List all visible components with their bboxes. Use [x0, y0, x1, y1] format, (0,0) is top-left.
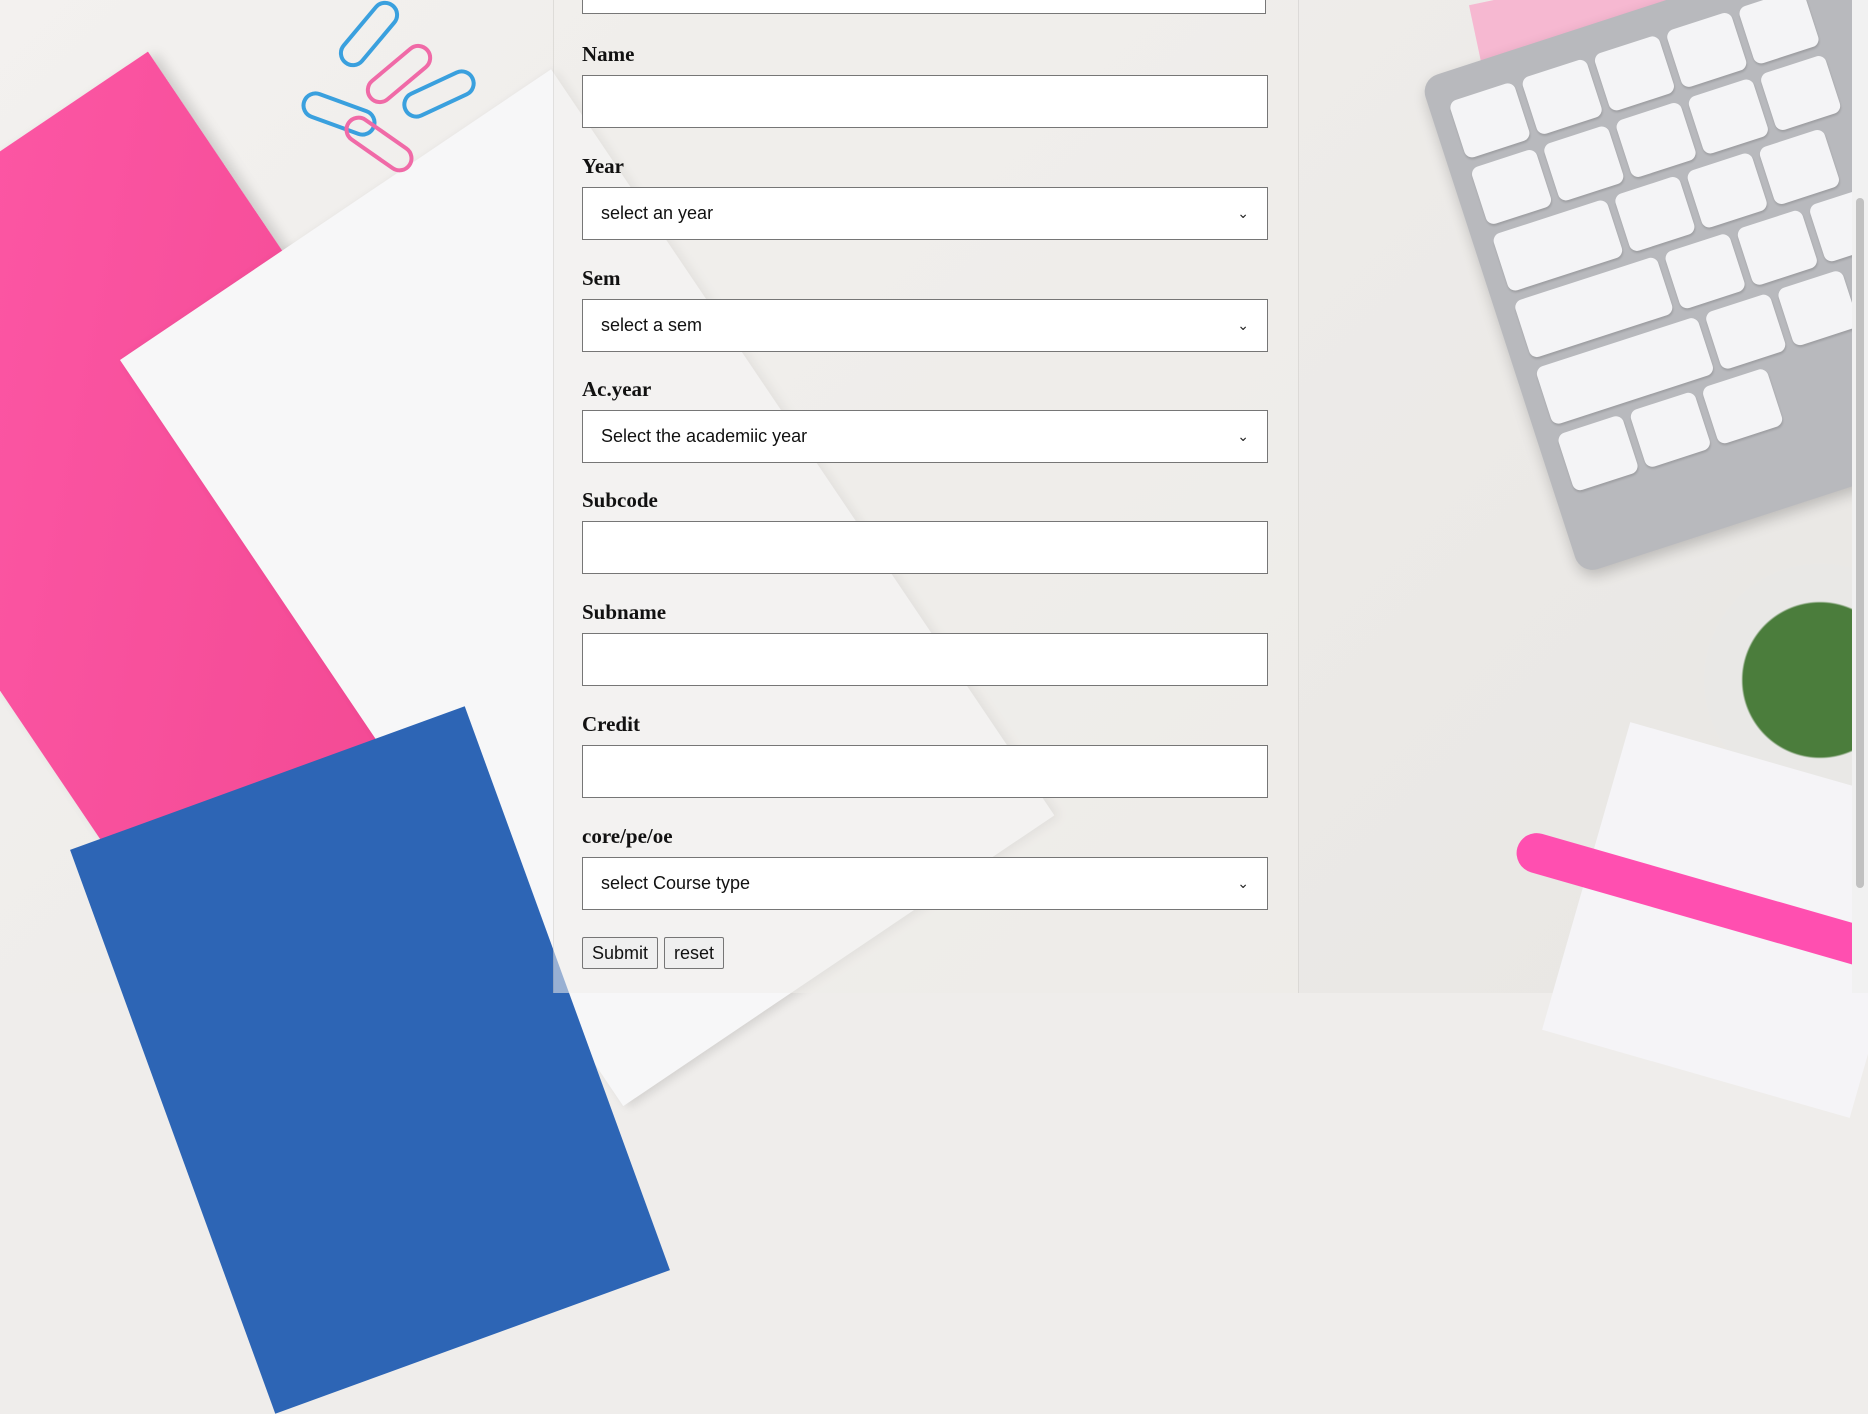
subname-field-group: Subname — [582, 600, 1268, 686]
name-field-group: Name — [582, 42, 1268, 128]
chevron-down-icon: ⌄ — [1237, 317, 1249, 333]
year-label: Year — [582, 154, 624, 178]
course-type-label: core/pe/oe — [582, 824, 673, 848]
credit-field-group: Credit — [582, 712, 1268, 798]
academic-year-field-group: Ac.year Select the academiic year ⌄ — [582, 377, 1268, 463]
subcode-input[interactable] — [582, 521, 1268, 574]
sem-field-group: Sem select a sem ⌄ — [582, 266, 1268, 352]
academic-year-select-value: Select the academiic year — [601, 426, 808, 446]
subname-label: Subname — [582, 600, 667, 624]
credit-input[interactable] — [582, 745, 1268, 798]
name-label: Name — [582, 42, 635, 66]
paperclip-icon — [339, 110, 419, 178]
sem-label: Sem — [582, 266, 621, 290]
year-select-value: select an year — [601, 203, 714, 223]
year-select[interactable]: select an year ⌄ — [582, 187, 1268, 240]
subname-input[interactable] — [582, 633, 1268, 686]
subcode-field-group: Subcode — [582, 488, 1268, 574]
academic-year-label: Ac.year — [582, 377, 652, 401]
course-type-select[interactable]: select Course type ⌄ — [582, 857, 1268, 910]
chevron-down-icon: ⌄ — [1237, 875, 1249, 891]
previous-field-input[interactable] — [582, 0, 1266, 14]
name-input[interactable] — [582, 75, 1268, 128]
course-type-field-group: core/pe/oe select Course type ⌄ — [582, 824, 1268, 910]
form-buttons: Submit reset — [582, 937, 725, 969]
sem-select-value: select a sem — [601, 315, 703, 335]
scrollbar-thumb[interactable] — [1856, 198, 1864, 888]
subcode-label: Subcode — [582, 488, 658, 512]
reset-button[interactable]: reset — [664, 937, 725, 969]
course-type-select-value: select Course type — [601, 873, 751, 893]
submit-button[interactable]: Submit — [582, 937, 659, 969]
sem-select[interactable]: select a sem ⌄ — [582, 299, 1268, 352]
chevron-down-icon: ⌄ — [1237, 205, 1249, 221]
form-panel: Name Year select an year ⌄ Sem select a … — [553, 0, 1299, 993]
year-field-group: Year select an year ⌄ — [582, 154, 1268, 240]
vertical-scrollbar[interactable] — [1852, 0, 1868, 993]
keyboard-decoration — [1420, 0, 1868, 575]
chevron-down-icon: ⌄ — [1237, 428, 1249, 444]
academic-year-select[interactable]: Select the academiic year ⌄ — [582, 410, 1268, 463]
credit-label: Credit — [582, 712, 640, 736]
